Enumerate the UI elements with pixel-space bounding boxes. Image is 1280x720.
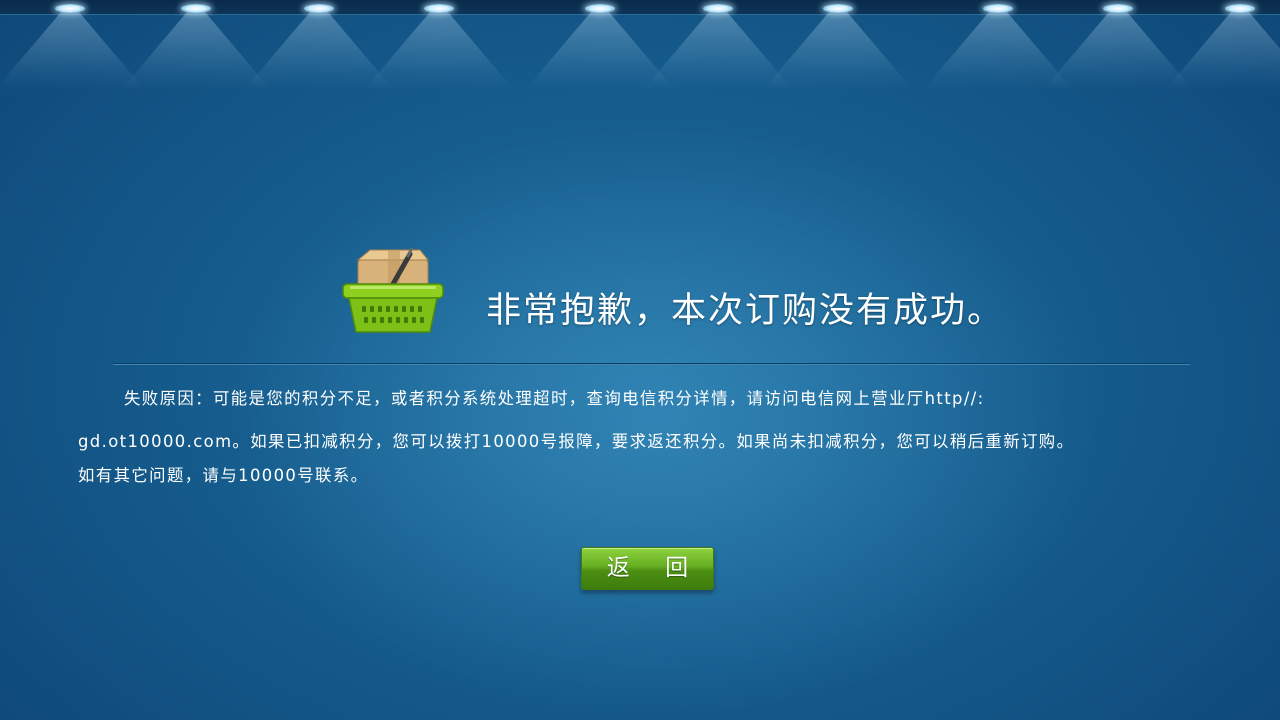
shopping-basket-icon: [342, 248, 444, 333]
divider: [113, 363, 1190, 365]
spotlight-lamp-icon: [1225, 4, 1255, 13]
spotlight-beam: [364, 12, 514, 90]
spotlight-lamp-icon: [703, 4, 733, 13]
back-button[interactable]: 返 回: [581, 547, 714, 590]
spotlight-beam: [1043, 12, 1193, 90]
spotlight-lamp-icon: [424, 4, 454, 13]
spotlight-beam: [643, 12, 793, 90]
spotlight-beam: [923, 12, 1073, 90]
spotlight-beam: [763, 12, 913, 90]
error-message-line: gd.ot10000.com。如果已扣减积分，您可以拨打10000号报障，要求返…: [78, 432, 1075, 451]
spotlight-lamp-icon: [1103, 4, 1133, 13]
error-message-line: 如有其它问题，请与10000号联系。: [78, 466, 369, 485]
spotlight-lamp-icon: [983, 4, 1013, 13]
error-title: 非常抱歉，本次订购没有成功。: [486, 291, 1005, 331]
spotlight-beam: [121, 12, 271, 90]
spotlight-beam: [1165, 12, 1280, 90]
error-message-line: 失败原因：可能是您的积分不足，或者积分系统处理超时，查询电信积分详情，请访问电信…: [124, 389, 985, 408]
spotlight-lamp-icon: [823, 4, 853, 13]
spotlight-beam: [525, 12, 675, 90]
spotlight-lamp-icon: [585, 4, 615, 13]
spotlight-lamp-icon: [55, 4, 85, 13]
spotlight-beam: [244, 12, 394, 90]
spotlight-lamp-icon: [304, 4, 334, 13]
spotlight-lamp-icon: [181, 4, 211, 13]
spotlight-beam: [0, 12, 145, 90]
